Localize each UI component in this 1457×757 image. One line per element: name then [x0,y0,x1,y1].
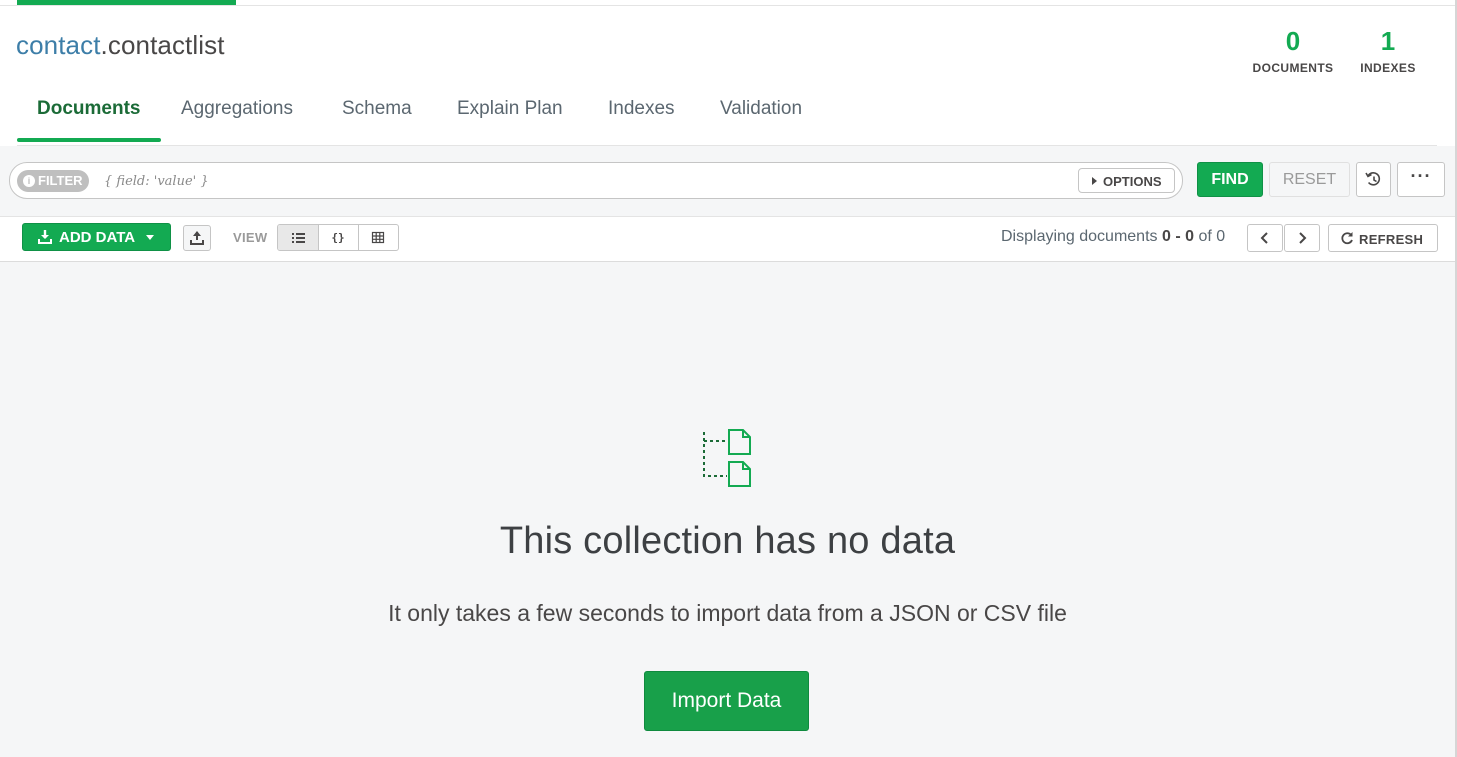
documents-count: 0 [1285,26,1301,56]
display-prefix: Displaying documents [1001,228,1158,245]
caret-down-icon [146,235,154,240]
next-page-button[interactable] [1284,224,1320,252]
list-icon [292,233,305,243]
chevron-left-icon [1260,232,1268,244]
indexes-stat: 1 INDEXES [1355,26,1421,75]
query-history-button[interactable] [1356,162,1391,197]
query-bar: i FILTER OPTIONS FIND RESET ··· [0,146,1455,216]
collection-title: contact.contactlist [16,30,225,61]
refresh-icon [1341,232,1353,245]
top-divider [0,5,1457,6]
empty-state: This collection has no data It only take… [0,262,1455,757]
find-button[interactable]: FIND [1197,162,1263,197]
database-name[interactable]: contact [16,30,101,60]
add-data-label: ADD DATA [59,229,136,246]
tab-aggregations[interactable]: Aggregations [181,98,293,144]
list-view-button[interactable] [278,225,319,250]
caret-right-icon [1092,177,1097,185]
indexes-count: 1 [1380,26,1396,56]
svg-text:{}: {} [331,231,344,244]
tab-indexes[interactable]: Indexes [608,98,675,144]
pagination-summary: Displaying documents 0 - 0 of 0 [1001,228,1225,246]
chevron-right-icon [1299,232,1307,244]
more-options-button[interactable]: ··· [1397,162,1445,197]
json-view-button[interactable]: {} [318,225,359,250]
previous-page-button[interactable] [1247,224,1283,252]
info-icon: i [23,175,35,187]
add-data-button[interactable]: ADD DATA [22,223,171,251]
filter-box: i FILTER OPTIONS [9,162,1183,199]
download-icon [38,230,52,244]
braces-icon: {} [331,231,344,244]
refresh-button[interactable]: REFRESH [1328,224,1438,252]
view-switcher: {} [277,224,399,251]
documents-label: DOCUMENTS [1252,61,1334,75]
document-controls-bar: ADD DATA VIEW {} Displaying documents 0 … [0,216,1455,263]
options-label: OPTIONS [1103,174,1162,189]
reset-button[interactable]: RESET [1269,162,1350,197]
empty-state-subtitle: It only takes a few seconds to import da… [388,600,1067,626]
display-range: 0 - 0 [1161,228,1194,245]
collection-name: .contactlist [100,30,225,60]
history-icon [1365,172,1381,186]
display-total: of 0 [1198,228,1226,245]
upload-icon [190,231,204,245]
options-button[interactable]: OPTIONS [1078,168,1175,193]
indexes-label: INDEXES [1360,61,1416,75]
import-data-button[interactable]: Import Data [644,671,809,731]
filter-pill[interactable]: i FILTER [17,170,89,192]
filter-label: FILTER [38,173,83,188]
tab-schema[interactable]: Schema [342,98,412,144]
view-label: VIEW [233,230,268,245]
table-icon [371,231,385,244]
refresh-label: REFRESH [1359,232,1424,247]
filter-input[interactable] [102,168,1066,195]
table-view-button[interactable] [358,225,398,250]
active-tab-indicator [17,138,161,142]
tab-validation[interactable]: Validation [720,98,802,144]
tab-explain-plan[interactable]: Explain Plan [457,98,563,144]
empty-state-title: This collection has no data [499,520,956,562]
empty-collection-icon [703,429,751,487]
documents-stat: 0 DOCUMENTS [1249,26,1337,75]
export-collection-button[interactable] [183,225,211,251]
